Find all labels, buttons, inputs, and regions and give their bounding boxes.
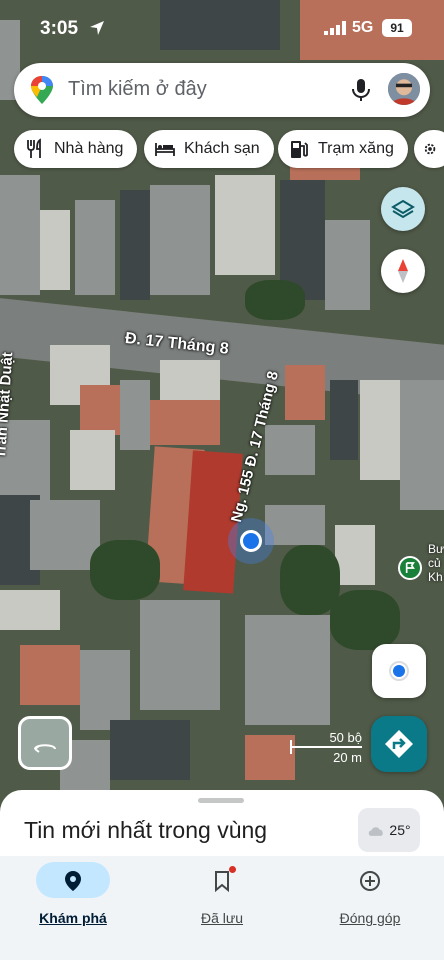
bed-icon [155, 143, 175, 156]
explore-pin-icon [65, 871, 81, 891]
maps-logo-icon [31, 76, 53, 104]
tab-saved[interactable]: Đã lưu [167, 862, 277, 932]
add-circle-icon [360, 871, 380, 891]
poi-label[interactable]: Bư củ Kh [428, 542, 444, 584]
category-chips: Nhà hàng Khách sạn Trạm xăng [14, 130, 444, 168]
chip-restaurants[interactable]: Nhà hàng [14, 130, 138, 168]
tab-label: Đóng góp [339, 910, 401, 926]
current-location-dot [240, 530, 262, 552]
scale-metric: 20 m [333, 750, 362, 765]
scale-imperial: 50 bộ [329, 730, 362, 745]
layers-button[interactable] [381, 187, 425, 231]
notification-badge [229, 866, 236, 873]
gear-icon [424, 143, 436, 155]
weather-chip[interactable]: 25° [358, 808, 420, 852]
search-bar[interactable]: Tìm kiếm ở đây [14, 63, 430, 117]
status-time: 3:05 [40, 18, 79, 39]
directions-button[interactable] [371, 716, 427, 772]
network-type: 5G [352, 19, 374, 36]
battery-icon: 91 [382, 19, 412, 37]
chip-hotels[interactable]: Khách sạn [144, 130, 274, 168]
directions-icon [385, 730, 413, 758]
map-scale: 50 bộ 20 m [290, 730, 362, 766]
bottom-navigation: Khám phá Đã lưu Đóng góp [0, 856, 444, 960]
chip-label: Trạm xăng [318, 140, 394, 157]
street-view-icon [34, 744, 56, 753]
tab-explore[interactable]: Khám phá [18, 862, 128, 932]
chip-gas-stations[interactable]: Trạm xăng [278, 130, 408, 168]
bottom-sheet[interactable]: Tin mới nhất trong vùng 25° [0, 790, 444, 860]
compass-icon [398, 259, 408, 283]
sheet-drag-handle[interactable] [198, 798, 244, 803]
my-location-button[interactable] [372, 644, 426, 698]
tab-label: Khám phá [39, 910, 107, 926]
chip-label: Nhà hàng [54, 140, 124, 157]
poi-flag-icon[interactable] [398, 556, 422, 580]
street-view-thumbnail[interactable] [18, 716, 72, 770]
compass-button[interactable] [381, 249, 425, 293]
chip-more[interactable] [414, 130, 444, 168]
cloud-icon [369, 826, 384, 836]
layers-icon [391, 199, 415, 219]
fork-knife-icon [27, 138, 41, 158]
tab-contribute[interactable]: Đóng góp [315, 862, 425, 932]
search-input[interactable]: Tìm kiếm ở đây [68, 78, 207, 101]
location-arrow-icon [90, 21, 104, 35]
scale-bar [290, 746, 362, 748]
weather-temp: 25° [389, 822, 411, 838]
my-location-icon [389, 661, 409, 681]
sheet-title: Tin mới nhất trong vùng [24, 817, 268, 843]
tab-label: Đã lưu [200, 910, 244, 926]
chip-label: Khách sạn [184, 140, 260, 157]
microphone-icon[interactable] [350, 78, 372, 102]
status-bar: 3:05 5G 91 [0, 0, 444, 58]
signal-icon [324, 21, 346, 35]
gas-station-icon [291, 141, 308, 158]
account-avatar[interactable] [386, 71, 422, 107]
